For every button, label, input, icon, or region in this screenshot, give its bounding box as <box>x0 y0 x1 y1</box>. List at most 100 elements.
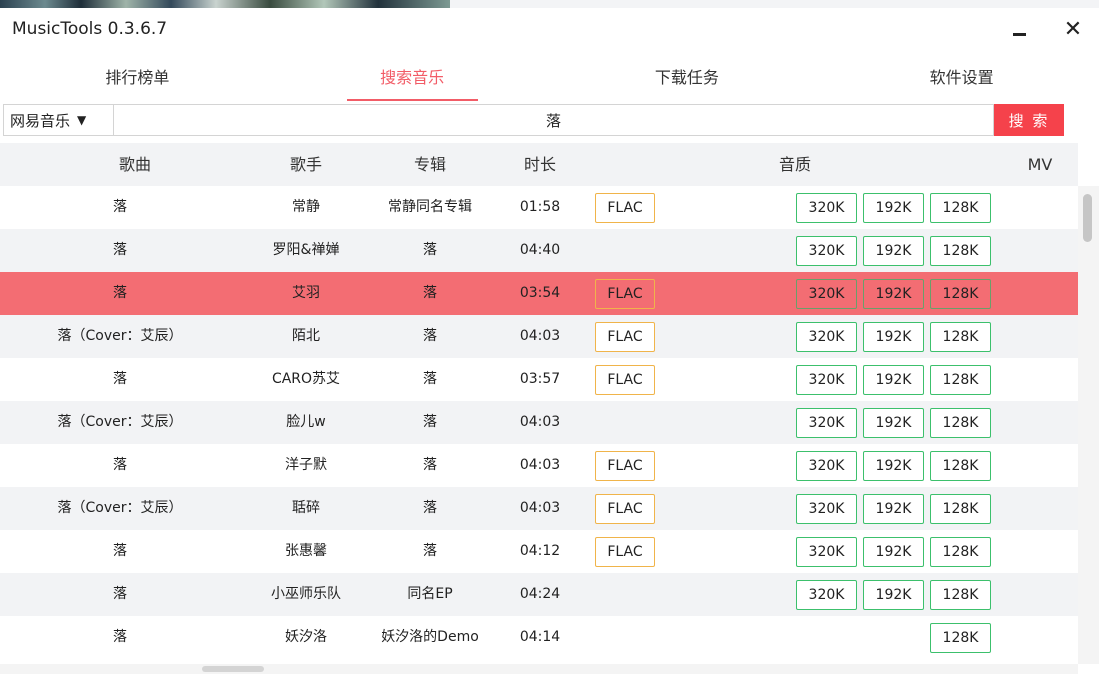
song-name: 落（Cover：艾辰） <box>57 500 183 516</box>
flac-download-button[interactable]: FLAC <box>595 193 655 223</box>
download-128k-button[interactable]: 128K <box>930 623 991 653</box>
table-row[interactable]: 落（Cover：艾辰） 聒碎 落 04:03 FLAC 320K 192K 12… <box>0 487 1078 530</box>
duration: 04:03 <box>519 457 561 473</box>
results-list: 落 常静 常静同名专辑 01:58 FLAC 320K 192K 128K 落 … <box>0 186 1078 664</box>
artist-name: 洋子默 <box>285 457 327 473</box>
table-row[interactable]: 落 艾羽 落 03:54 FLAC 320K 192K 128K <box>0 272 1078 315</box>
download-320k-button[interactable]: 320K <box>796 580 857 610</box>
flac-download-button[interactable]: FLAC <box>595 279 655 309</box>
tab-charts[interactable]: 排行榜单 <box>0 50 275 102</box>
close-button[interactable]: ✕ <box>1058 14 1088 44</box>
artist-name: CARO苏艾 <box>271 371 341 387</box>
download-192k-button[interactable]: 192K <box>863 365 924 395</box>
background-window-strip <box>0 0 1099 8</box>
table-row[interactable]: 落 洋子默 落 04:03 FLAC 320K 192K 128K <box>0 444 1078 487</box>
song-name: 落 <box>113 285 127 301</box>
vertical-scrollbar[interactable] <box>1078 186 1099 664</box>
artist-name: 妖汐洛 <box>285 629 327 645</box>
download-320k-button[interactable]: 320K <box>796 408 857 438</box>
table-row[interactable]: 落（Cover：艾辰） 陌北 落 04:03 FLAC 320K 192K 12… <box>0 315 1078 358</box>
download-192k-button[interactable]: 192K <box>863 494 924 524</box>
duration: 01:58 <box>519 199 561 215</box>
download-320k-button[interactable]: 320K <box>796 236 857 266</box>
horizontal-scrollbar[interactable] <box>0 664 1078 674</box>
download-128k-button[interactable]: 128K <box>930 279 991 309</box>
caret-down-icon: ▼ <box>77 113 87 127</box>
download-320k-button[interactable]: 320K <box>796 537 857 567</box>
tab-download-tasks[interactable]: 下载任务 <box>550 50 825 102</box>
column-header-artist: 歌手 <box>289 155 322 174</box>
download-192k-button[interactable]: 192K <box>863 580 924 610</box>
duration: 04:03 <box>519 328 561 344</box>
song-name: 落 <box>113 586 127 602</box>
artist-name: 聒碎 <box>292 500 320 516</box>
duration: 04:14 <box>519 629 561 645</box>
download-192k-button[interactable]: 192K <box>863 193 924 223</box>
duration: 03:57 <box>519 371 561 387</box>
download-192k-button[interactable]: 192K <box>863 408 924 438</box>
duration: 04:03 <box>519 500 561 516</box>
search-bar: 网易音乐 ▼ 搜 索 <box>0 102 1099 138</box>
download-128k-button[interactable]: 128K <box>930 580 991 610</box>
flac-download-button[interactable]: FLAC <box>595 451 655 481</box>
flac-download-button[interactable]: FLAC <box>595 537 655 567</box>
artist-name: 小巫师乐队 <box>271 586 341 602</box>
flac-download-button[interactable]: FLAC <box>595 365 655 395</box>
search-input[interactable] <box>114 104 994 136</box>
vertical-scroll-thumb[interactable] <box>1083 194 1092 242</box>
album-name: 落 <box>423 414 437 430</box>
download-320k-button[interactable]: 320K <box>796 494 857 524</box>
tab-settings[interactable]: 软件设置 <box>824 50 1099 102</box>
flac-download-button[interactable]: FLAC <box>595 322 655 352</box>
download-320k-button[interactable]: 320K <box>796 365 857 395</box>
download-128k-button[interactable]: 128K <box>930 451 991 481</box>
artist-name: 张惠馨 <box>285 543 327 559</box>
duration: 04:12 <box>519 543 561 559</box>
download-192k-button[interactable]: 192K <box>863 537 924 567</box>
album-name: 落 <box>423 242 437 258</box>
table-row[interactable]: 落 罗阳&禅婵 落 04:40 320K 192K 128K <box>0 229 1078 272</box>
download-320k-button[interactable]: 320K <box>796 279 857 309</box>
artist-name: 常静 <box>292 199 320 215</box>
table-row[interactable]: 落 妖汐洛 妖汐洛的Demo 04:14 128K <box>0 616 1078 659</box>
artist-name: 陌北 <box>292 328 320 344</box>
source-select[interactable]: 网易音乐 ▼ <box>3 104 114 136</box>
download-128k-button[interactable]: 128K <box>930 193 991 223</box>
horizontal-scroll-thumb[interactable] <box>202 666 264 672</box>
song-name: 落 <box>113 242 127 258</box>
download-320k-button[interactable]: 320K <box>796 451 857 481</box>
download-128k-button[interactable]: 128K <box>930 494 991 524</box>
table-row[interactable]: 落 张惠馨 落 04:12 FLAC 320K 192K 128K <box>0 530 1078 573</box>
artist-name: 罗阳&禅婵 <box>272 242 340 258</box>
table-row[interactable]: 落（Cover：艾辰） 脸儿w 落 04:03 320K 192K 128K <box>0 401 1078 444</box>
download-192k-button[interactable]: 192K <box>863 322 924 352</box>
tab-search-music[interactable]: 搜索音乐 <box>275 50 550 102</box>
download-192k-button[interactable]: 192K <box>863 279 924 309</box>
search-button[interactable]: 搜 索 <box>994 104 1064 136</box>
download-320k-button[interactable]: 320K <box>796 322 857 352</box>
column-header-mv: MV <box>1027 155 1053 174</box>
download-128k-button[interactable]: 128K <box>930 365 991 395</box>
download-192k-button[interactable]: 192K <box>863 236 924 266</box>
download-128k-button[interactable]: 128K <box>930 537 991 567</box>
window-title: MusicTools 0.3.6.7 <box>12 19 168 39</box>
flac-download-button[interactable]: FLAC <box>595 494 655 524</box>
album-name: 落 <box>423 543 437 559</box>
column-header-song: 歌曲 <box>118 155 151 174</box>
download-128k-button[interactable]: 128K <box>930 322 991 352</box>
duration: 04:24 <box>519 586 561 602</box>
table-row[interactable]: 落 常静 常静同名专辑 01:58 FLAC 320K 192K 128K <box>0 186 1078 229</box>
album-name: 落 <box>423 371 437 387</box>
table-row[interactable]: 落 CARO苏艾 落 03:57 FLAC 320K 192K 128K <box>0 358 1078 401</box>
album-name: 落 <box>423 457 437 473</box>
download-320k-button[interactable]: 320K <box>796 193 857 223</box>
download-128k-button[interactable]: 128K <box>930 408 991 438</box>
table-row[interactable]: 落 小巫师乐队 同名EP 04:24 320K 192K 128K <box>0 573 1078 616</box>
minimize-icon <box>1012 32 1026 36</box>
minimize-button[interactable] <box>1004 14 1034 44</box>
column-header-duration: 时长 <box>523 155 556 174</box>
download-192k-button[interactable]: 192K <box>863 451 924 481</box>
column-header-album: 专辑 <box>413 155 446 174</box>
close-icon: ✕ <box>1063 16 1083 42</box>
download-128k-button[interactable]: 128K <box>930 236 991 266</box>
